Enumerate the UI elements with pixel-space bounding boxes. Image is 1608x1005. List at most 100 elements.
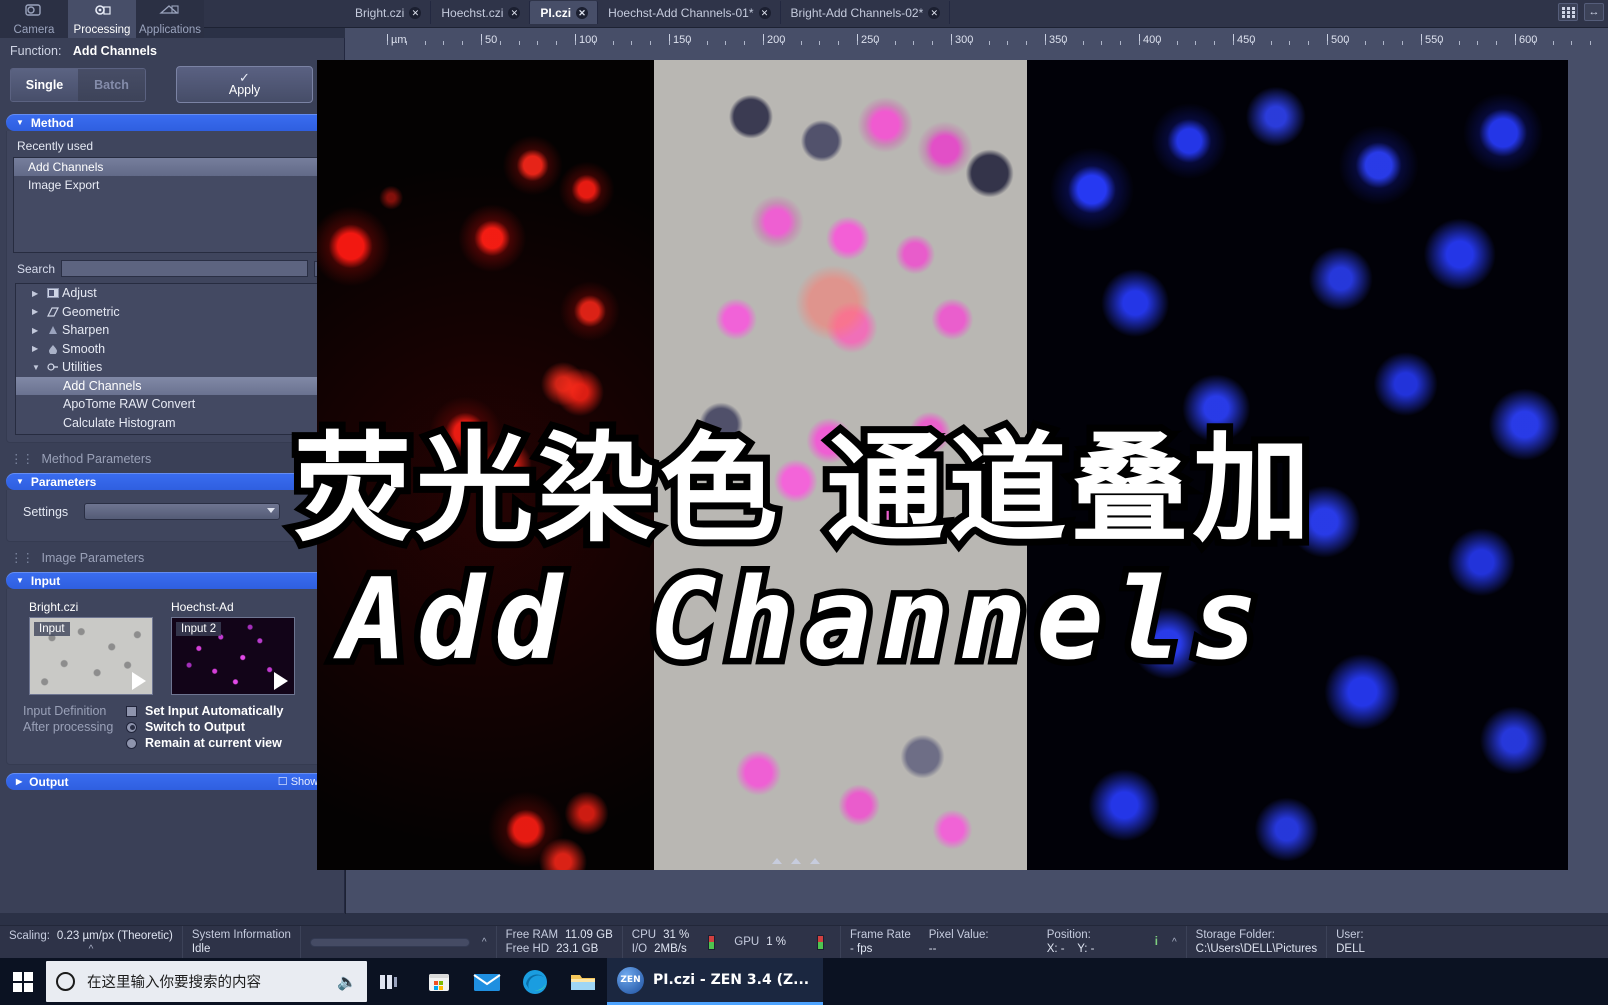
chevron-down-icon[interactable]: ▼ bbox=[32, 363, 44, 372]
settings-dropdown[interactable] bbox=[84, 503, 281, 520]
status-memory: Free RAM 11.09 GB Free HD 23.1 GB bbox=[497, 925, 623, 959]
drag-handle-icon[interactable]: ⋮⋮ bbox=[10, 452, 34, 466]
chevron-up-icon[interactable]: ^ bbox=[1172, 937, 1177, 948]
document-tab-hoechst[interactable]: Hoechst.czi ✕ bbox=[431, 1, 531, 24]
chevron-down-icon bbox=[267, 508, 276, 513]
after-processing-label: After processing bbox=[23, 720, 114, 734]
status-bar: Scaling: 0.23 µm/px (Theoretic) ^ System… bbox=[0, 925, 1608, 959]
utilities-icon bbox=[44, 362, 62, 372]
image-canvas[interactable] bbox=[317, 60, 1568, 870]
free-ram-value: 11.09 GB bbox=[565, 929, 613, 941]
ruler-minor-tick bbox=[707, 41, 708, 45]
single-button[interactable]: Single bbox=[11, 68, 78, 101]
tree-item-sharpen[interactable]: ▶ Sharpen bbox=[16, 321, 328, 340]
ruler-minor-tick bbox=[519, 41, 520, 45]
start-button[interactable] bbox=[0, 958, 46, 1005]
taskbar-search[interactable]: 在这里输入你要搜索的内容 🔈 bbox=[46, 961, 367, 1002]
ruler-minor-tick bbox=[1515, 41, 1516, 45]
ruler-minor-tick bbox=[1496, 41, 1497, 45]
chevron-right-icon[interactable]: ▶ bbox=[32, 307, 44, 316]
input-thumbnail-hoechst[interactable]: Hoechst-Ad Input 2 bbox=[171, 600, 295, 695]
chevron-right-icon[interactable]: ▶ bbox=[32, 289, 44, 298]
close-icon[interactable]: ✕ bbox=[928, 6, 941, 19]
tree-item-adjust[interactable]: ▶ Adjust bbox=[16, 284, 328, 303]
set-input-automatically-checkbox[interactable] bbox=[126, 705, 137, 717]
free-hd-label: Free HD bbox=[505, 943, 550, 955]
tree-item-calculate-histogram[interactable]: Calculate Histogram bbox=[16, 414, 328, 433]
tree-item-geometric[interactable]: ▶ Geometric bbox=[16, 303, 328, 322]
ruler-minor-tick bbox=[1233, 41, 1234, 45]
image-pane-hoechst-blue[interactable] bbox=[1027, 60, 1568, 870]
image-pane-overlay[interactable] bbox=[654, 60, 1027, 870]
document-tab-bright[interactable]: Bright.czi ✕ bbox=[345, 1, 432, 24]
document-tab-bright-add-channels-02[interactable]: Bright-Add Channels-02* ✕ bbox=[781, 1, 951, 24]
status-position: Position: X: - Y: - bbox=[1038, 926, 1146, 959]
input-thumbnail-image[interactable]: Input bbox=[29, 617, 153, 695]
info-icon[interactable]: i bbox=[1155, 936, 1158, 948]
tree-item-apotome-raw-convert[interactable]: ApoTome RAW Convert bbox=[16, 395, 328, 414]
split-handle-icon[interactable] bbox=[772, 858, 782, 864]
split-handle-icon[interactable] bbox=[791, 858, 801, 864]
status-pixel-value: Pixel Value: -- bbox=[920, 926, 1038, 959]
play-icon[interactable] bbox=[132, 672, 146, 690]
search-input[interactable] bbox=[61, 260, 308, 277]
close-icon[interactable]: ✕ bbox=[758, 6, 771, 19]
chevron-right-icon[interactable]: ▶ bbox=[32, 326, 44, 335]
input-thumbnail-bright[interactable]: Bright.czi Input bbox=[29, 600, 153, 695]
free-hd-value: 23.1 GB bbox=[556, 943, 599, 955]
taskbar-window-zen[interactable]: ZEN PI.czi - ZEN 3.4 (Z... bbox=[607, 958, 824, 1005]
edge-icon[interactable] bbox=[511, 958, 559, 1005]
image-parameters-group-title: ⋮⋮ Image Parameters bbox=[0, 542, 344, 569]
ruler-minor-tick bbox=[1365, 41, 1366, 45]
pane-split-handles[interactable] bbox=[772, 858, 820, 864]
recently-used-list[interactable]: Add Channels Image Export bbox=[13, 157, 331, 253]
frame-rate-label: Frame Rate bbox=[850, 929, 911, 941]
list-item[interactable]: Add Channels bbox=[14, 158, 330, 176]
close-icon[interactable]: ✕ bbox=[508, 6, 521, 19]
apply-button[interactable]: ✓ Apply bbox=[176, 66, 313, 103]
split-handle-icon[interactable] bbox=[810, 858, 820, 864]
document-tab-hoechst-add-channels-01[interactable]: Hoechst-Add Channels-01* ✕ bbox=[598, 1, 781, 24]
close-icon[interactable]: ✕ bbox=[409, 6, 422, 19]
input-section-header[interactable]: ▼ Input bbox=[6, 572, 338, 589]
status-gpu: GPU 1 % bbox=[725, 926, 795, 959]
chevron-right-icon[interactable]: ▶ bbox=[32, 344, 44, 353]
output-section-header[interactable]: ▶ Output ☐ Show A bbox=[6, 773, 338, 790]
smooth-icon bbox=[44, 344, 62, 354]
remain-at-current-view-radio[interactable] bbox=[126, 737, 137, 749]
list-item[interactable]: Image Export bbox=[14, 176, 330, 194]
ruler-minor-tick bbox=[613, 41, 614, 45]
tab-processing[interactable]: Processing bbox=[68, 0, 136, 38]
chevron-up-icon[interactable]: ^ bbox=[89, 944, 94, 955]
ruler-minor-tick bbox=[838, 41, 839, 45]
tree-item-utilities[interactable]: ▼ Utilities bbox=[16, 358, 328, 377]
method-tree[interactable]: ▶ Adjust ▶ Geometric ▶ Sharpen ▶ Smooth … bbox=[15, 283, 329, 435]
panel-splitter[interactable] bbox=[345, 870, 346, 914]
task-view-icon[interactable] bbox=[367, 958, 415, 1005]
close-icon[interactable]: ✕ bbox=[576, 6, 589, 19]
mail-icon[interactable] bbox=[463, 958, 511, 1005]
image-parameters-group-label: Image Parameters bbox=[41, 551, 145, 565]
tree-item-smooth[interactable]: ▶ Smooth bbox=[16, 340, 328, 359]
tree-item-add-channels[interactable]: Add Channels bbox=[16, 376, 328, 395]
batch-button[interactable]: Batch bbox=[78, 68, 145, 101]
microphone-icon[interactable]: 🔈 bbox=[337, 972, 357, 992]
chevron-up-icon[interactable]: ^ bbox=[482, 937, 487, 948]
document-tab-pi[interactable]: PI.czi ✕ bbox=[530, 1, 599, 24]
grid-view-icon[interactable] bbox=[1558, 3, 1578, 21]
arrows-horizontal-icon[interactable]: ↔ bbox=[1584, 3, 1604, 21]
play-icon[interactable] bbox=[274, 672, 288, 690]
parameters-section-header[interactable]: ▼ Parameters bbox=[6, 473, 338, 490]
ruler-minor-tick bbox=[744, 41, 745, 45]
ruler-minor-tick bbox=[1346, 41, 1347, 45]
tab-camera[interactable]: Camera bbox=[0, 0, 68, 38]
microsoft-store-icon[interactable] bbox=[415, 958, 463, 1005]
file-explorer-icon[interactable] bbox=[559, 958, 607, 1005]
method-parameters-group-title: ⋮⋮ Method Parameters bbox=[0, 443, 344, 470]
drag-handle-icon[interactable]: ⋮⋮ bbox=[10, 551, 34, 565]
method-section-header[interactable]: ▼ Method bbox=[6, 114, 338, 131]
switch-to-output-radio[interactable] bbox=[126, 721, 137, 733]
image-pane-pi-red[interactable] bbox=[317, 60, 654, 870]
input-thumbnail-image[interactable]: Input 2 bbox=[171, 617, 295, 695]
tab-applications[interactable]: Applications bbox=[136, 0, 204, 38]
